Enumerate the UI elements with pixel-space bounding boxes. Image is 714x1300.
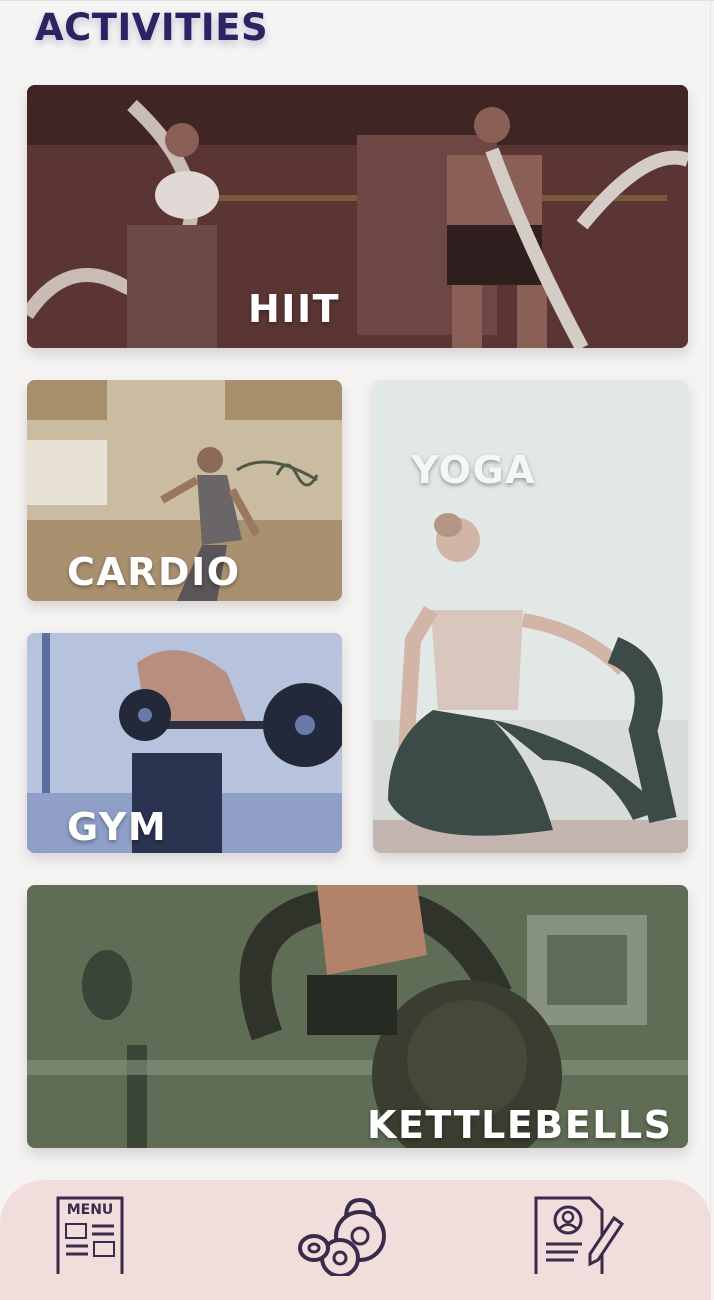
activity-card-gym[interactable]: GYM (27, 633, 342, 853)
bottom-nav-bar: MENU (0, 1180, 711, 1300)
profile-document-icon (534, 1196, 625, 1280)
activity-card-kettlebells[interactable]: KETTLEBELLS (27, 885, 688, 1148)
kettlebells-label: KETTLEBELLS (367, 1103, 673, 1147)
menu-nav-button[interactable]: MENU (52, 1194, 128, 1280)
kettlebell-icon (298, 1197, 386, 1278)
activity-card-cardio[interactable]: CARDIO (27, 380, 342, 601)
cardio-label: CARDIO (67, 550, 241, 594)
gym-label: GYM (67, 805, 168, 849)
hiit-label: HIIT (248, 287, 341, 331)
page-title: ACTIVITIES (35, 6, 269, 49)
menu-icon-text: MENU (67, 1202, 114, 1218)
top-border (0, 0, 714, 4)
activity-card-yoga[interactable]: YOGA (373, 380, 688, 853)
profile-nav-button[interactable] (532, 1194, 628, 1280)
activity-card-hiit[interactable]: HIIT (27, 85, 688, 348)
right-border (710, 0, 711, 1274)
hiit-photo (27, 85, 688, 348)
yoga-label: YOGA (411, 448, 537, 492)
workouts-nav-button[interactable] (294, 1196, 394, 1278)
menu-board-icon: MENU (56, 1196, 124, 1280)
